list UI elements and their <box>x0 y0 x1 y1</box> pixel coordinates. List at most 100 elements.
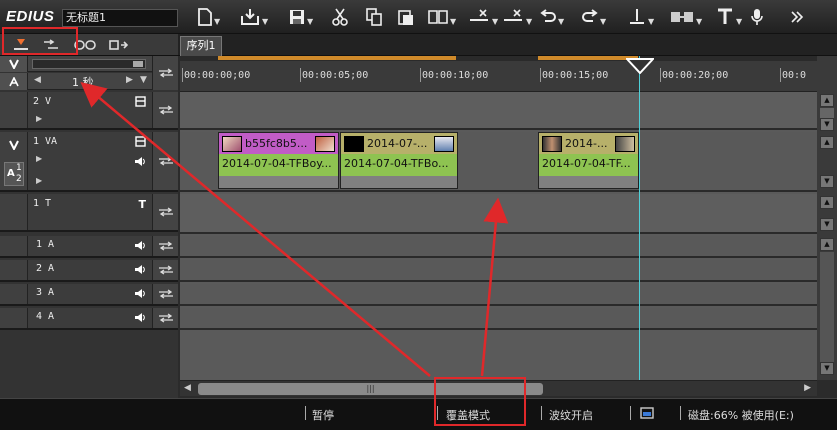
scroll-up-button[interactable]: ▲ <box>820 94 834 107</box>
header-sync-button[interactable] <box>152 56 178 90</box>
save-project-button[interactable]: ▼ <box>289 6 313 28</box>
audio-toggle-button[interactable] <box>0 73 28 90</box>
track-sync-button[interactable] <box>152 308 178 328</box>
track-lock-area[interactable] <box>0 260 28 280</box>
track-header-1a[interactable]: 1 A <box>0 236 178 258</box>
track-header-1t[interactable]: 1 T T <box>0 194 178 232</box>
insert-button[interactable]: ▼ <box>428 6 456 28</box>
audio-channel-patch[interactable]: A 1 2 <box>4 162 24 186</box>
tab-sequence-1[interactable]: 序列1 <box>180 36 222 56</box>
title-track-icon[interactable]: T <box>138 198 146 211</box>
open-project-button[interactable]: ▼ <box>240 6 268 28</box>
speaker-icon[interactable] <box>134 264 146 278</box>
timeline-clip[interactable]: 2014-... 2014-07-04-TF... <box>538 132 639 189</box>
scroll-up-button[interactable]: ▲ <box>820 196 834 209</box>
video-channel-icon[interactable] <box>9 140 19 153</box>
track-lane-4a[interactable] <box>180 308 817 330</box>
track-lock-area[interactable] <box>0 194 28 230</box>
track-lock-area[interactable] <box>0 284 28 304</box>
delete-button[interactable]: ▼ <box>468 6 498 28</box>
undo-button[interactable]: ▼ <box>540 6 564 28</box>
expand-arrow-icon[interactable]: ▶ <box>36 176 42 185</box>
more-tools-button[interactable] <box>790 6 804 28</box>
playhead-marker-icon[interactable] <box>626 58 654 74</box>
cut-button[interactable] <box>332 6 348 28</box>
speaker-icon[interactable] <box>134 312 146 326</box>
track-sync-button[interactable] <box>152 132 178 190</box>
ripple-delete-button[interactable]: ▼ <box>502 6 532 28</box>
sync-arrows-icon <box>158 265 173 275</box>
scroll-down-button[interactable]: ▼ <box>820 118 834 131</box>
timeline-clip[interactable]: b55fc8b5... 2014-07-04-TFBoy... <box>218 132 339 189</box>
clip-video-part[interactable]: 2014-07-... <box>341 133 457 154</box>
ruler-tick <box>420 68 421 82</box>
track-lane-3a[interactable] <box>180 284 817 306</box>
track-header-2a[interactable]: 2 A <box>0 260 178 282</box>
project-name-field[interactable]: 无标题1 <box>62 9 178 27</box>
status-ripple-on[interactable]: 波纹开启 <box>549 407 593 423</box>
scroll-down-button[interactable]: ▼ <box>820 175 834 188</box>
clip-video-part[interactable]: 2014-... <box>539 133 638 154</box>
track-lock-area[interactable] <box>0 92 28 128</box>
time-ruler[interactable]: 00:00:00;00 00:00:05;00 00:00:10;00 00:0… <box>180 56 817 92</box>
timeline-area[interactable]: 00:00:00;00 00:00:05;00 00:00:10;00 00:0… <box>180 56 817 380</box>
scroll-up-button[interactable]: ▲ <box>820 238 834 251</box>
scroll-thumb[interactable] <box>820 108 834 118</box>
paste-button[interactable] <box>398 6 414 28</box>
video-monitor-icon[interactable] <box>135 96 146 110</box>
video-toggle-button[interactable] <box>0 56 28 72</box>
track-header-4a[interactable]: 4 A <box>0 308 178 330</box>
scale-right-arrow[interactable]: ▶ <box>126 75 133 85</box>
track-header-2v[interactable]: 2 V ▶ <box>0 92 178 130</box>
track-header-3a[interactable]: 3 A <box>0 284 178 306</box>
clip-audio-part[interactable]: 2014-07-04-TF... <box>539 154 638 176</box>
speaker-icon[interactable] <box>134 240 146 254</box>
track-sync-button[interactable] <box>152 92 178 128</box>
track-sync-button[interactable] <box>152 260 178 280</box>
track-sync-button[interactable] <box>152 284 178 304</box>
track-lane-1t[interactable] <box>180 194 817 234</box>
copy-button[interactable] <box>366 6 382 28</box>
zoom-slider-handle[interactable] <box>133 61 143 67</box>
scroll-down-button[interactable]: ▼ <box>820 362 834 375</box>
scale-left-arrow[interactable]: ◀ <box>34 75 41 85</box>
timeline-clip[interactable]: 2014-07-... 2014-07-04-TFBo... <box>340 132 458 189</box>
track-lane-1a[interactable] <box>180 236 817 258</box>
track-lock-area[interactable]: A 1 2 <box>0 132 28 190</box>
track-lane-2v[interactable] <box>180 92 817 130</box>
clip-audio-part[interactable]: 2014-07-04-TFBoy... <box>219 154 338 176</box>
add-transition-button[interactable]: ▼ <box>670 6 702 28</box>
scroll-left-button[interactable]: ◀ <box>184 383 191 393</box>
monitor-icon[interactable] <box>640 407 654 419</box>
scroll-up-button[interactable]: ▲ <box>820 136 834 149</box>
status-pause[interactable]: 暂停 <box>312 407 334 423</box>
expand-arrow-icon[interactable]: ▶ <box>36 114 42 123</box>
scale-dropdown-arrow[interactable]: ▼ <box>140 75 147 85</box>
expand-arrow-icon[interactable]: ▶ <box>36 154 42 163</box>
scroll-track[interactable] <box>820 252 834 362</box>
set-marker-button[interactable]: ▼ <box>628 6 654 28</box>
video-monitor-icon[interactable] <box>135 136 146 150</box>
create-title-button[interactable]: ▼ <box>716 6 742 28</box>
track-lock-area[interactable] <box>0 308 28 328</box>
ripple-mode-button[interactable] <box>106 36 132 54</box>
zoom-slider[interactable] <box>32 59 146 69</box>
clip-thumbnail <box>344 135 364 152</box>
track-header-1va[interactable]: A 1 2 1 VA ▶ ▶ <box>0 132 178 192</box>
new-project-button[interactable]: ▼ <box>198 6 220 28</box>
track-sync-button[interactable] <box>152 194 178 230</box>
speaker-icon[interactable] <box>134 156 146 170</box>
scroll-right-button[interactable]: ▶ <box>804 383 811 393</box>
redo-button[interactable]: ▼ <box>582 6 606 28</box>
voice-over-button[interactable] <box>750 6 764 28</box>
scroll-down-button[interactable]: ▼ <box>820 218 834 231</box>
track-lane-2a[interactable] <box>180 260 817 282</box>
ruler-timecode: 00:00:05;00 <box>302 70 369 81</box>
speaker-icon[interactable] <box>134 288 146 302</box>
clip-audio-part[interactable]: 2014-07-04-TFBo... <box>341 154 457 176</box>
track-sync-button[interactable] <box>152 236 178 256</box>
clip-video-part[interactable]: b55fc8b5... <box>219 133 338 154</box>
track-lock-area[interactable] <box>0 236 28 256</box>
playhead-line[interactable] <box>639 56 640 380</box>
timeline-scale-value[interactable]: 1 秒 <box>72 74 94 90</box>
